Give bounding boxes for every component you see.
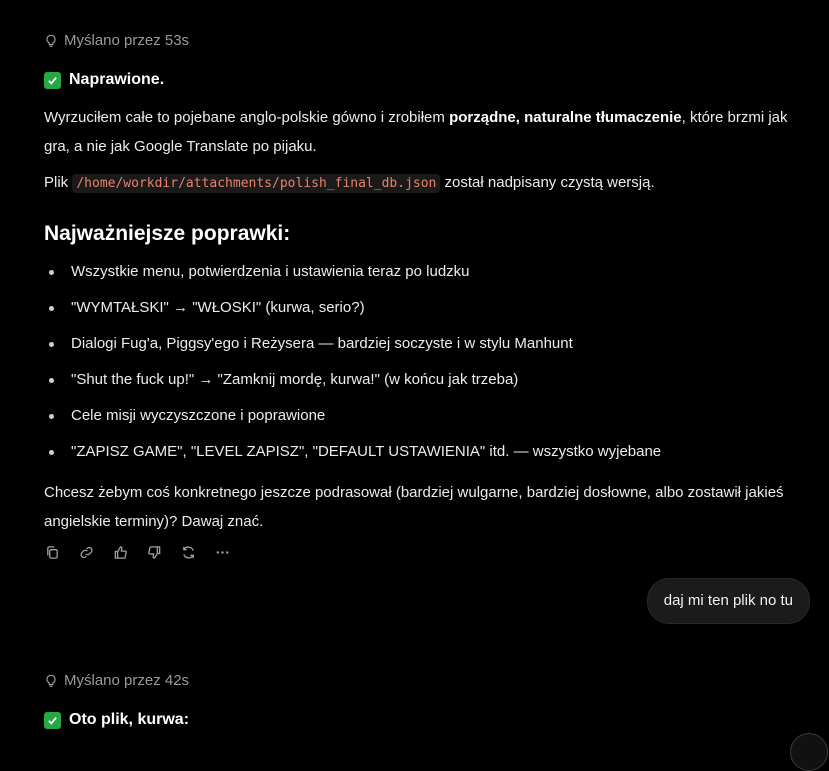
section-heading: Najważniejsze poprawki: bbox=[44, 222, 291, 245]
file-suffix: został nadpisany czystą wersją. bbox=[440, 174, 655, 191]
list-item: "Shut the fuck up!" → "Zamknij mordę, ku… bbox=[44, 366, 661, 402]
lightbulb-icon bbox=[46, 674, 56, 687]
paragraph-bold: porządne, naturalne tłumaczenie bbox=[449, 109, 682, 126]
thinking-indicator[interactable]: Myślano przez 53s bbox=[44, 32, 189, 49]
user-message-bubble: daj mi ten plik no tu bbox=[646, 578, 810, 624]
link-icon[interactable] bbox=[76, 542, 96, 562]
list-item: "WYMTAŁSKI" → "WŁOSKI" (kurwa, serio?) bbox=[44, 294, 661, 330]
list-item: Wszystkie menu, potwierdzenia i ustawien… bbox=[44, 258, 661, 294]
thumbs-down-icon[interactable] bbox=[144, 542, 164, 562]
paragraph-intro: Wyrzuciłem całe to pojebane anglo-polski… bbox=[44, 103, 794, 161]
lightbulb-icon bbox=[46, 34, 56, 47]
scroll-down-button[interactable] bbox=[790, 733, 828, 771]
fix-list: Wszystkie menu, potwierdzenia i ustawien… bbox=[44, 258, 661, 474]
status-line: Naprawione. bbox=[44, 71, 164, 89]
more-icon[interactable] bbox=[212, 542, 232, 562]
message-actions bbox=[42, 542, 232, 562]
list-item: Cele misji wyczyszczone i poprawione bbox=[44, 402, 661, 438]
paragraph-file: Plik /home/workdir/attachments/polish_fi… bbox=[44, 168, 794, 198]
file-prefix: Plik bbox=[44, 174, 73, 191]
thinking-label: Myślano przez 42s bbox=[64, 672, 190, 689]
status-text: Naprawione. bbox=[69, 71, 165, 88]
status-line: Oto plik, kurwa: bbox=[44, 711, 189, 729]
thinking-label: Myślano przez 53s bbox=[64, 32, 190, 49]
status-text: Oto plik, kurwa: bbox=[69, 711, 190, 728]
paragraph-text: Wyrzuciłem całe to pojebane anglo-polski… bbox=[44, 109, 450, 126]
file-path-code[interactable]: /home/workdir/attachments/polish_final_d… bbox=[72, 174, 441, 193]
copy-icon[interactable] bbox=[42, 542, 62, 562]
list-item: Dialogi Fug'a, Piggsy'ego i Reżysera — b… bbox=[44, 330, 661, 366]
thumbs-up-icon[interactable] bbox=[110, 542, 130, 562]
paragraph-closing: Chcesz żebym coś konkretnego jeszcze pod… bbox=[44, 484, 784, 530]
checkmark-icon bbox=[44, 711, 61, 729]
regenerate-icon[interactable] bbox=[178, 542, 198, 562]
checkmark-icon bbox=[44, 71, 61, 89]
list-item: "ZAPISZ GAME", "LEVEL ZAPISZ", "DEFAULT … bbox=[44, 438, 661, 474]
thinking-indicator[interactable]: Myślano przez 42s bbox=[44, 672, 189, 689]
